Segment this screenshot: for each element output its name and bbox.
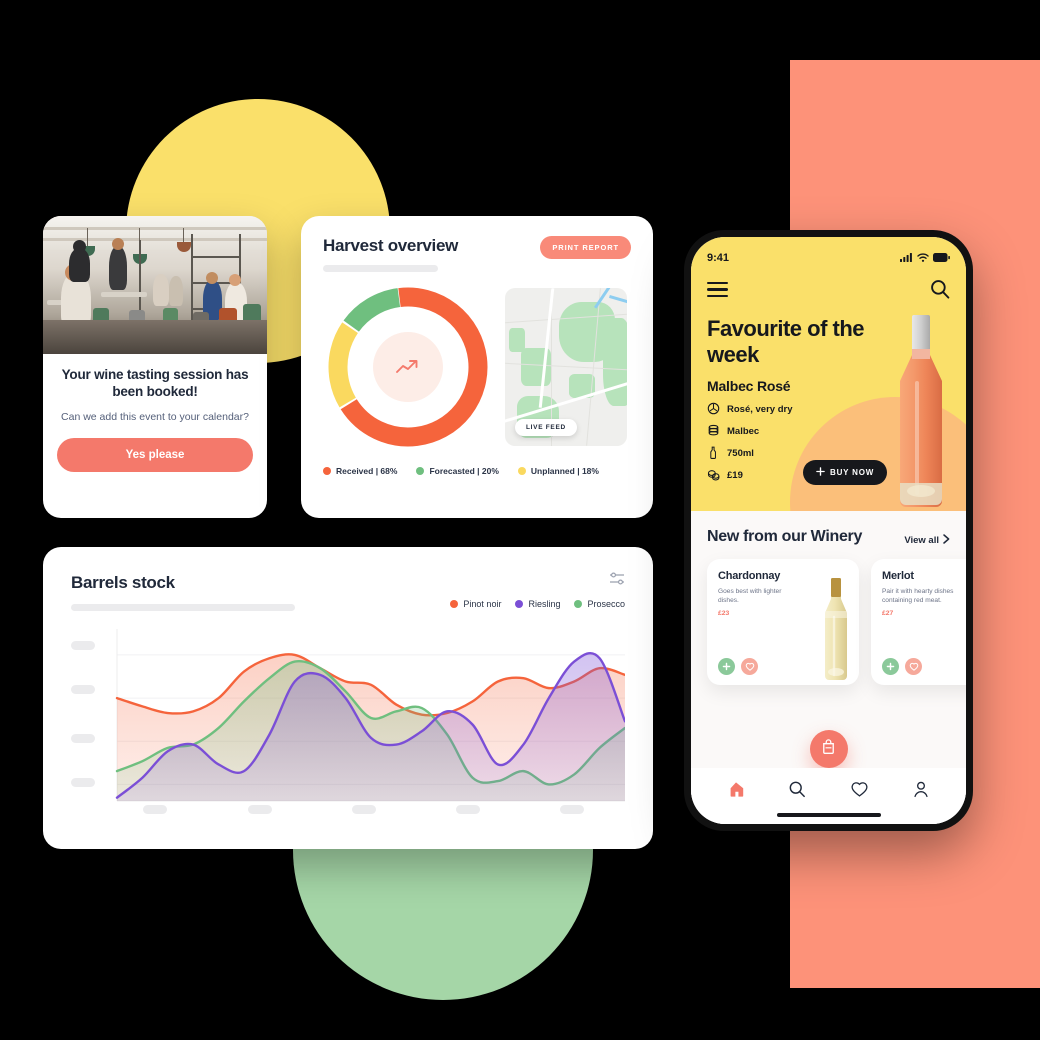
coins-icon [707, 468, 720, 484]
harvest-legend: Received | 68% Forecasted | 20% Unplanne… [301, 452, 653, 476]
legend-item-prosecco: Prosecco [574, 599, 625, 609]
spec-text-variety: Rosé, very dry [727, 404, 793, 416]
battery-icon [933, 249, 950, 267]
cart-fab-button[interactable] [809, 730, 848, 768]
product-price: £27 [882, 610, 894, 618]
buy-now-label: BUY NOW [830, 468, 875, 477]
spec-text-volume: 750ml [727, 448, 754, 460]
plus-icon [816, 467, 825, 478]
donut-hole [350, 309, 466, 425]
product-name: Merlot [882, 569, 914, 582]
venue-photo [43, 216, 267, 354]
print-report-button[interactable]: PRINT REPORT [540, 236, 631, 259]
barrels-subtitle-placeholder [71, 604, 295, 611]
legend-label-prosecco: Prosecco [587, 599, 625, 609]
booking-title: Your wine tasting session has been booke… [61, 367, 249, 400]
legend-dot-unplanned [517, 467, 526, 475]
legend-dot-riesling [515, 600, 524, 608]
product-carousel[interactable]: Chardonnay Goes best with lighter dishes… [707, 558, 966, 685]
legend-dot-prosecco [574, 600, 583, 608]
legend-label-forecasted: Forecasted | 20% [429, 466, 499, 476]
phone-mockup: 9:41 Favourite of the week Malbec Rosé R… [684, 230, 973, 831]
favourite-button[interactable] [741, 657, 758, 675]
wifi-icon [917, 249, 929, 267]
legend-label-pinot-noir: Pinot noir [463, 599, 502, 609]
product-description: Goes best with lighter dishes. [718, 587, 782, 605]
favourite-button[interactable] [905, 657, 922, 675]
cellular-icon [900, 249, 913, 267]
barrels-legend: Pinot noir Riesling Prosecco [450, 599, 625, 609]
legend-label-received: Received | 68% [336, 466, 398, 476]
x-tick-placeholder [352, 805, 376, 814]
tab-home[interactable] [727, 780, 745, 803]
x-tick-placeholder [143, 805, 167, 814]
sliders-icon[interactable] [609, 571, 625, 592]
x-tick-placeholder [456, 805, 480, 814]
spec-text-price: £19 [727, 470, 743, 482]
status-bar: 9:41 [707, 249, 950, 267]
buy-now-button[interactable]: BUY NOW [803, 460, 888, 485]
section-title: New from our Winery [707, 528, 863, 545]
y-tick-placeholder [71, 734, 95, 743]
legend-label-unplanned: Unplanned | 18% [530, 466, 599, 476]
x-tick-placeholder [248, 805, 272, 814]
legend-item-received: Received | 68% [323, 466, 397, 476]
barrels-stock-card: Barrels stock Pinot noir Riesling Prosec… [43, 547, 653, 849]
tab-search[interactable] [788, 780, 806, 803]
legend-item-pinot-noir: Pinot noir [450, 599, 501, 609]
bottle-icon [707, 446, 720, 462]
tab-profile[interactable] [912, 780, 930, 803]
search-icon[interactable] [930, 279, 950, 304]
hamburger-menu-icon[interactable] [707, 281, 728, 302]
add-to-cart-button[interactable] [718, 657, 735, 675]
legend-label-riesling: Riesling [528, 599, 561, 609]
view-all-link[interactable]: View all [904, 533, 950, 547]
showcase-stage: Your wine tasting session has been booke… [0, 0, 1040, 1040]
status-time: 9:41 [707, 252, 730, 264]
hero-bottle-image [900, 315, 942, 507]
harvest-subtitle-placeholder [323, 265, 438, 272]
phone-screen: 9:41 Favourite of the week Malbec Rosé R… [691, 237, 966, 824]
booking-confirmation-card: Your wine tasting session has been booke… [43, 216, 267, 518]
hero-headline: Favourite of the week [707, 316, 865, 368]
spec-text-grape: Malbec [727, 426, 760, 438]
legend-dot-pinot-noir [450, 600, 459, 608]
harvest-overview-card: Harvest overview PRINT REPORT LIVE FEED … [301, 216, 653, 518]
trend-up-icon [373, 332, 443, 402]
y-tick-placeholder [71, 641, 95, 650]
y-tick-placeholder [71, 685, 95, 694]
legend-dot-received [323, 467, 331, 475]
chevron-right-icon [943, 533, 950, 547]
booking-subtitle: Can we add this event to your calendar? [61, 410, 249, 423]
barrels-title: Barrels stock [71, 573, 175, 592]
home-indicator [776, 813, 881, 817]
view-all-label: View all [904, 534, 939, 546]
vineyard-map-thumbnail[interactable]: LIVE FEED [505, 288, 627, 446]
barrel-icon [707, 424, 720, 440]
legend-item-unplanned: Unplanned | 18% [517, 466, 599, 476]
tab-favourites[interactable] [850, 780, 869, 803]
barrels-area-chart [71, 629, 625, 815]
product-card-merlot[interactable]: Merlot Pair it with hearty dishes contai… [871, 558, 966, 685]
x-tick-placeholder [560, 805, 584, 814]
grape-icon [707, 402, 720, 418]
yes-please-button[interactable]: Yes please [57, 437, 253, 472]
product-description: Pair it with hearty dishes containing re… [882, 587, 954, 605]
shopping-bag-icon [820, 738, 837, 760]
harvest-donut-chart [323, 282, 493, 452]
y-tick-placeholder [71, 778, 95, 787]
product-card-chardonnay[interactable]: Chardonnay Goes best with lighter dishes… [707, 558, 859, 685]
product-bottle-image [825, 577, 847, 680]
legend-item-forecasted: Forecasted | 20% [416, 466, 499, 476]
new-winery-section: New from our Winery View all Chardonnay [691, 511, 966, 824]
hero-section: 9:41 Favourite of the week Malbec Rosé R… [691, 237, 966, 511]
add-to-cart-button[interactable] [882, 657, 899, 675]
live-feed-badge: LIVE FEED [515, 419, 577, 436]
legend-dot-forecasted [416, 467, 425, 475]
legend-item-riesling: Riesling [515, 599, 560, 609]
harvest-title: Harvest overview [323, 236, 459, 255]
